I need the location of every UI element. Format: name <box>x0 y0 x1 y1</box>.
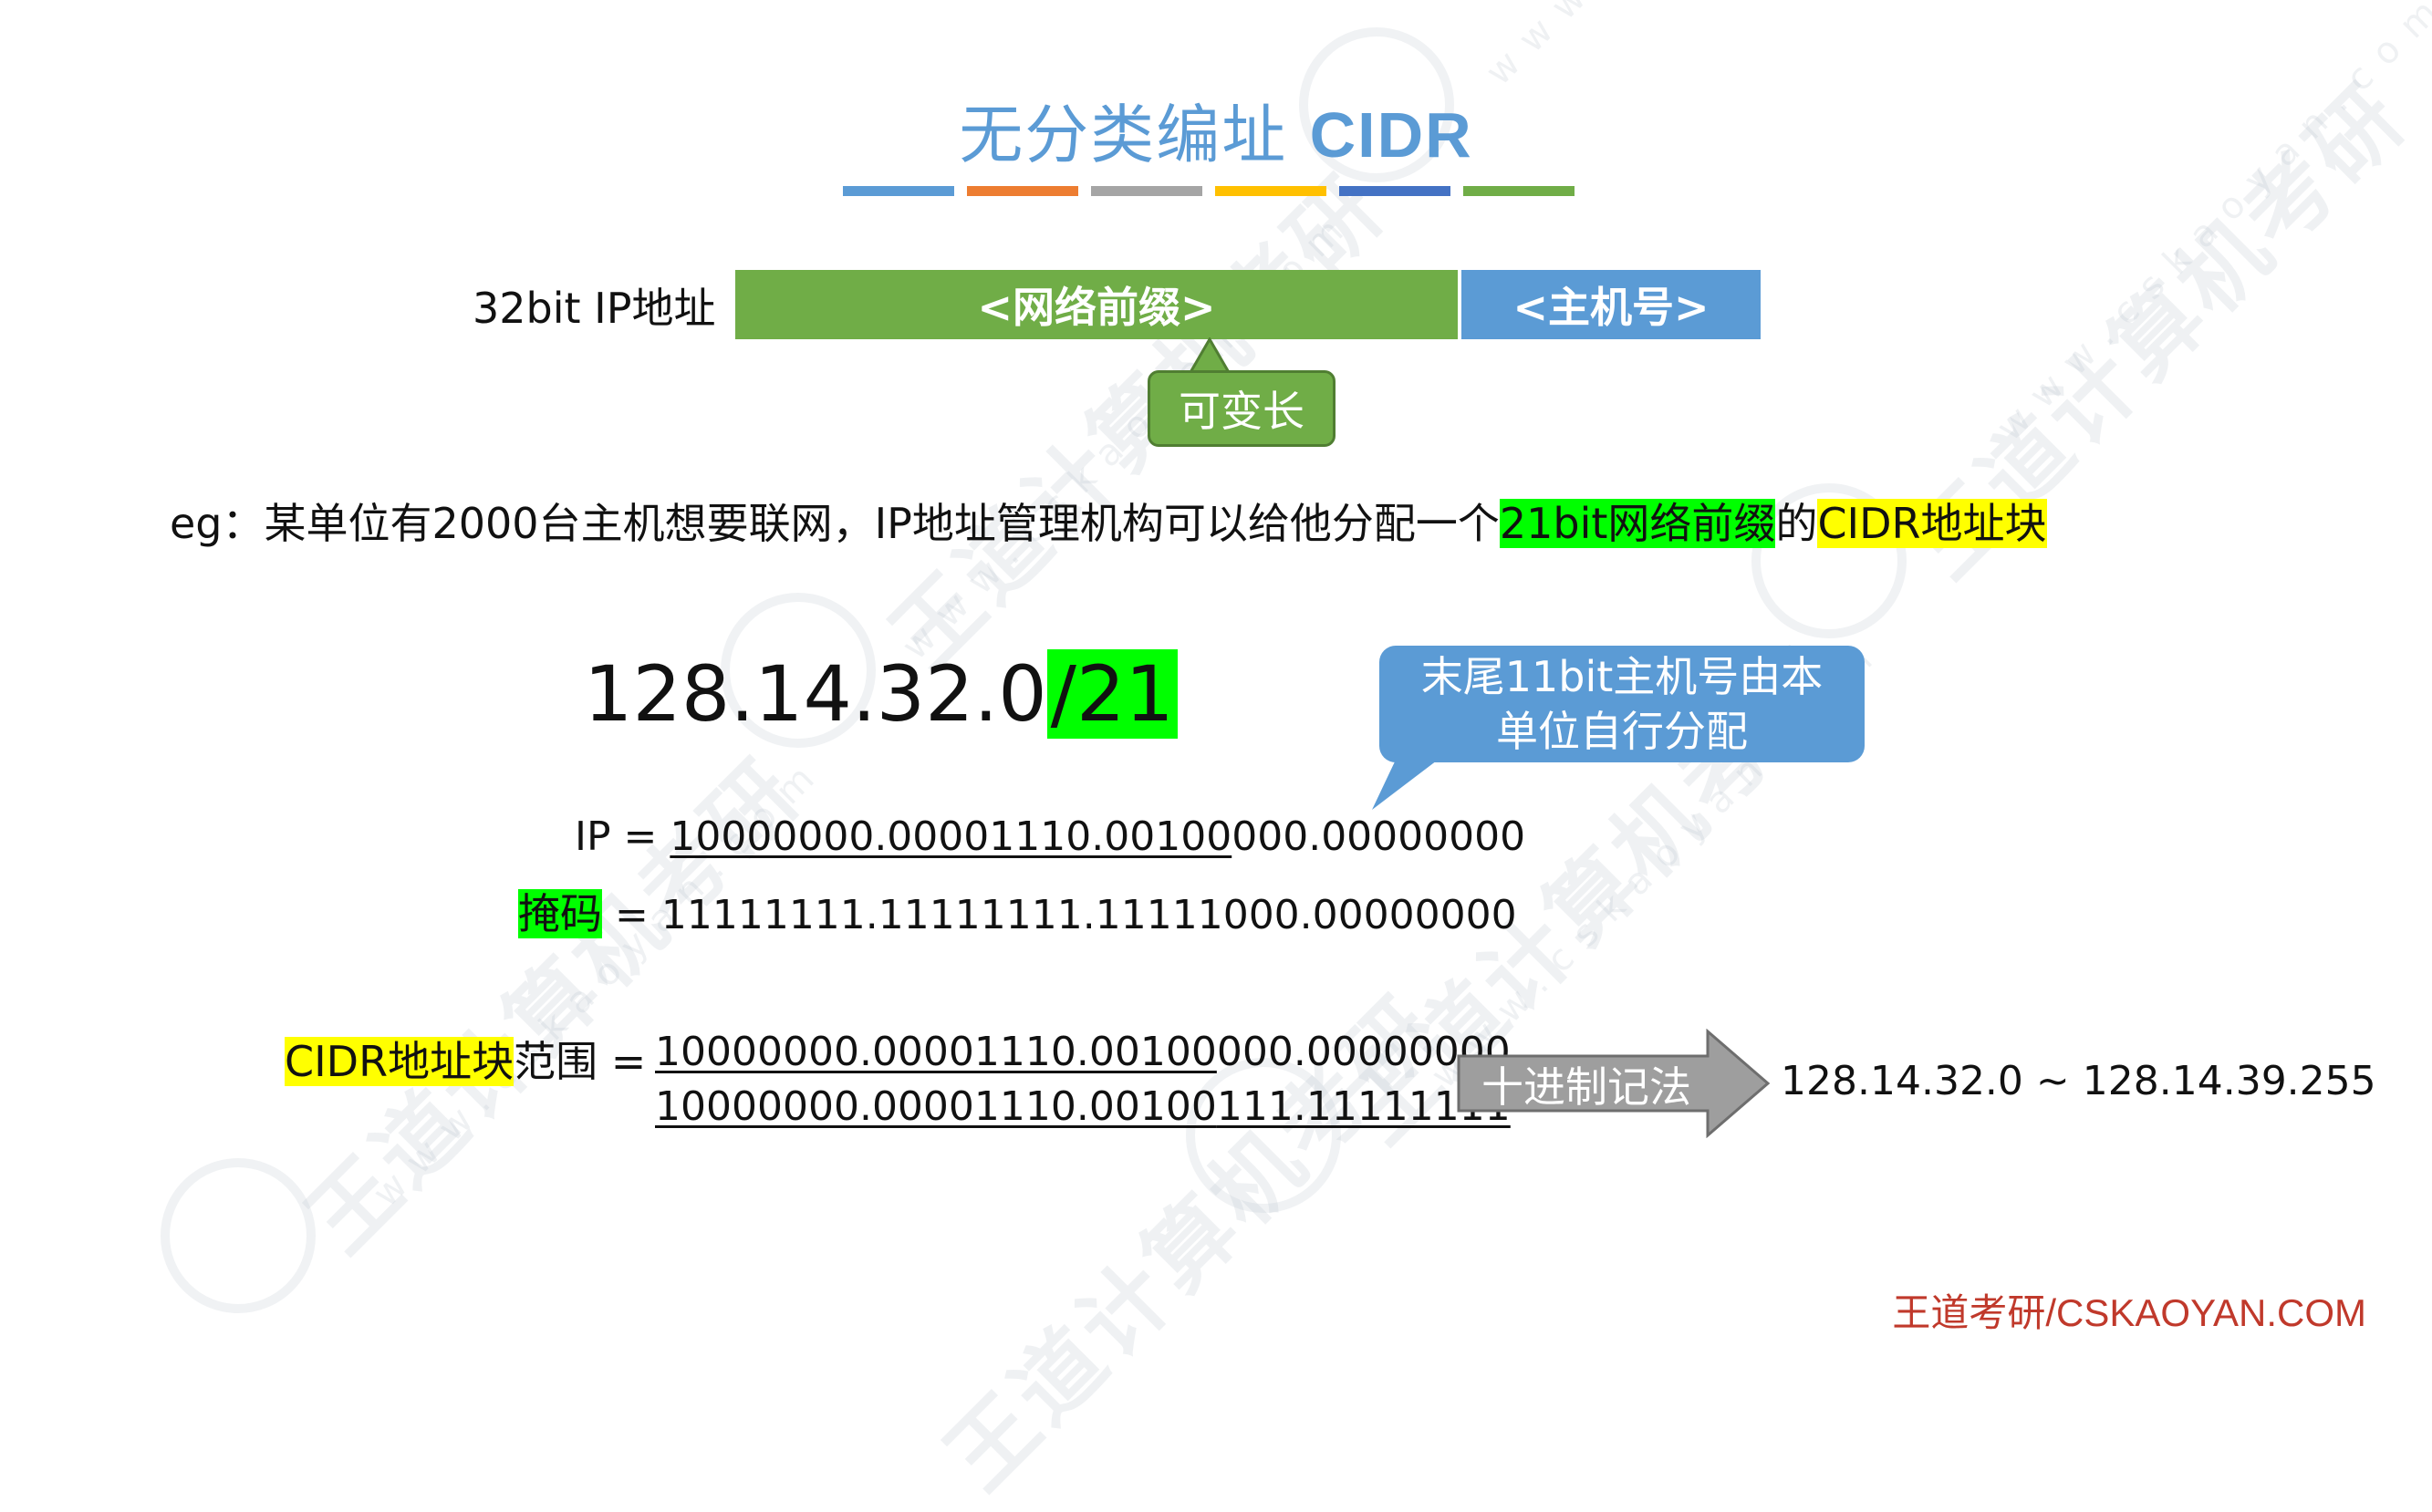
title-stripe <box>843 186 954 196</box>
mask-equals: = <box>602 892 661 938</box>
ip-binary-rest: 000.00000000 <box>1232 813 1526 860</box>
range-start-binary: 10000000.00001110.00100000.00000000 <box>655 1029 1511 1075</box>
example-highlight-prefix: 21bit网络前缀 <box>1499 499 1776 548</box>
watermark-url: www.cskaoyan.com <box>1478 0 1947 94</box>
host-number-bar: <主机号> <box>1461 270 1761 339</box>
title-cn: 无分类编址 <box>959 98 1288 172</box>
example-mid: 的 <box>1775 499 1818 548</box>
title-stripe <box>1339 186 1450 196</box>
range-label: CIDR地址块范围 = <box>285 1029 646 1089</box>
title-en: CIDR <box>1309 99 1473 171</box>
cidr-address-suffix: /21 <box>1046 649 1178 739</box>
mask-binary-value: 11111111.11111111.11111000.00000000 <box>660 892 1517 938</box>
ip-bar-label: 32bit IP地址 <box>473 284 716 333</box>
host-bits-callout-line2: 单位自行分配 <box>1496 707 1748 756</box>
decimal-notation-label: 十进制记法 <box>1481 1062 1691 1112</box>
range-label-highlight: CIDR地址块 <box>285 1037 514 1086</box>
mask-label: 掩码 <box>518 889 602 938</box>
ip-binary-row: IP = 10000000.00001110.00100000.00000000 <box>575 813 1525 860</box>
title-stripe <box>967 186 1078 196</box>
page-title: 无分类编址 CIDR <box>0 84 2432 176</box>
ip-binary-network-part: 10000000.00001110.00100 <box>670 813 1232 860</box>
ip-binary-label: IP = <box>575 813 670 860</box>
title-stripe <box>1463 186 1575 196</box>
host-bits-callout: 末尾11bit主机号由本 单位自行分配 <box>1379 646 1865 762</box>
range-end-network-part: 10000000.00001110.00100 <box>655 1083 1217 1130</box>
host-number-label: <主机号> <box>1512 283 1710 332</box>
cidr-address: 128.14.32.0/21 <box>584 649 1178 739</box>
host-bits-callout-line1: 末尾11bit主机号由本 <box>1420 652 1824 701</box>
network-prefix-bar: <网络前缀> <box>735 270 1458 339</box>
footer-brand: 王道考研/CSKAOYAN.COM <box>1892 1291 2366 1334</box>
watermark-url: www.cskaoyan.com <box>1989 0 2432 450</box>
example-sentence: eg：某单位有2000台主机想要联网，IP地址管理机构可以给他分配一个21bit… <box>170 491 2047 551</box>
mask-binary-row: 掩码 = 11111111.11111111.11111000.00000000 <box>518 881 1517 941</box>
range-start-network-part: 10000000.00001110.00100 <box>655 1029 1217 1075</box>
title-stripe <box>1215 186 1326 196</box>
cidr-address-base: 128.14.32.0 <box>584 649 1047 739</box>
network-prefix-label: <网络前缀> <box>977 283 1216 332</box>
decimal-range: 128.14.32.0 ~ 128.14.39.255 <box>1781 1058 2376 1104</box>
example-prefix: eg：某单位有2000台主机想要联网，IP地址管理机构可以给他分配一个 <box>170 499 1500 548</box>
variable-length-callout: 可变长 <box>1148 370 1336 447</box>
example-highlight-block: CIDR地址块 <box>1817 499 2047 548</box>
range-label-rest: 范围 = <box>514 1037 647 1086</box>
range-end-binary: 10000000.00001110.00100111.11111111 <box>655 1083 1511 1130</box>
title-stripe <box>1091 186 1202 196</box>
